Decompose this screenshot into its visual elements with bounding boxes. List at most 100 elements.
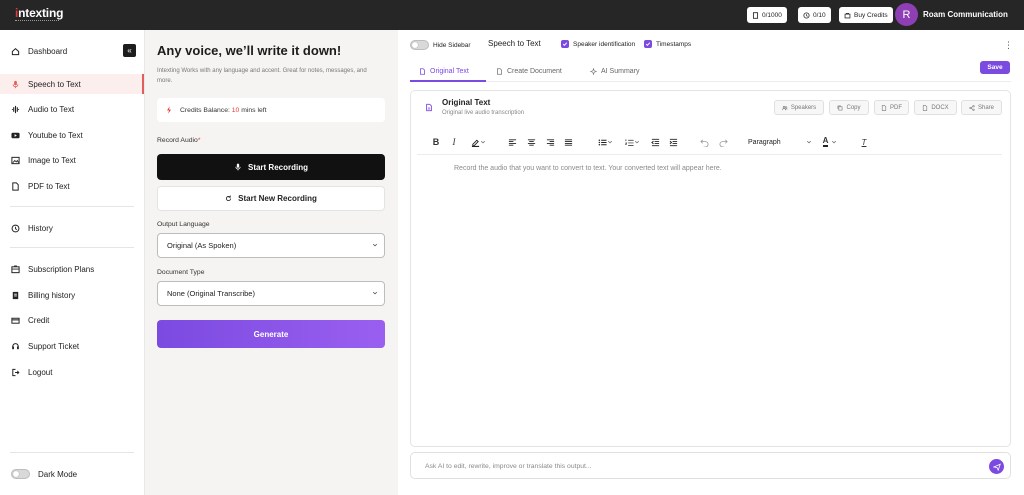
file-icon xyxy=(881,104,887,111)
docx-label: DOCX xyxy=(931,104,949,111)
clear-formatting-button[interactable]: T xyxy=(857,135,871,149)
align-left-button[interactable] xyxy=(505,135,519,149)
timer-counter[interactable]: 0/10 xyxy=(798,7,831,23)
credit-card-icon xyxy=(11,317,20,324)
share-icon xyxy=(969,104,975,111)
sidebar-item-billing-history[interactable]: Billing history xyxy=(0,285,144,305)
buy-credits-label: Buy Credits xyxy=(854,11,888,19)
buy-credits-button[interactable]: Buy Credits xyxy=(839,7,893,23)
undo-button[interactable] xyxy=(697,135,711,149)
sidebar-item-image-to-text[interactable]: Image to Text xyxy=(0,150,144,170)
document-icon xyxy=(420,67,425,75)
align-justify-button[interactable] xyxy=(561,135,575,149)
refresh-icon xyxy=(226,195,232,202)
italic-button[interactable]: I xyxy=(448,135,460,149)
sidebar-item-label: Youtube to Text xyxy=(28,130,83,140)
hide-sidebar-toggle[interactable] xyxy=(410,40,429,50)
align-right-button[interactable] xyxy=(543,135,557,149)
ai-prompt-input[interactable] xyxy=(425,453,965,480)
bullet-list-button[interactable] xyxy=(593,135,617,149)
sidebar-item-subscription-plans[interactable]: Subscription Plans xyxy=(0,259,144,279)
speakers-label: Speakers xyxy=(790,104,817,111)
hide-sidebar-control[interactable]: Hide Sidebar xyxy=(410,40,471,50)
output-language-value: Original (As Spoken) xyxy=(167,241,237,250)
timestamps-checkbox[interactable]: Timestamps xyxy=(644,40,691,48)
sidebar-item-youtube-to-text[interactable]: Youtube to Text xyxy=(0,125,144,145)
tab-original-text[interactable]: Original Text xyxy=(419,64,469,78)
sidebar-item-support-ticket[interactable]: Support Ticket xyxy=(0,336,144,356)
avatar[interactable]: R xyxy=(895,3,918,26)
pdf-button[interactable]: PDF xyxy=(874,100,909,115)
start-new-recording-button[interactable]: Start New Recording xyxy=(157,186,385,211)
sidebar-item-speech-to-text[interactable]: Speech to Text xyxy=(0,74,144,94)
logo-word: ntexting xyxy=(18,6,64,20)
chevron-down-icon xyxy=(372,243,378,247)
panel-description: Intexting Works with any language and ac… xyxy=(157,68,367,84)
credits-balance-value: 10 xyxy=(231,106,240,114)
indent-button[interactable] xyxy=(666,135,680,149)
sidebar-item-label: Subscription Plans xyxy=(28,264,95,274)
send-icon xyxy=(992,462,1001,471)
sidebar-item-label: PDF to Text xyxy=(28,181,70,191)
avatar-initial: R xyxy=(902,8,911,21)
youtube-icon xyxy=(11,132,20,138)
logout-icon xyxy=(12,368,20,376)
tab-ai-summary[interactable]: AI Summary xyxy=(590,64,640,78)
align-center-button[interactable] xyxy=(524,135,538,149)
numbered-list-button[interactable] xyxy=(620,135,644,149)
sidebar-item-credit[interactable]: Credit xyxy=(0,310,144,330)
workspace: Hide Sidebar Speech to Text Speaker iden… xyxy=(398,30,1024,495)
copy-button[interactable]: Copy xyxy=(829,100,869,115)
sidebar-item-dashboard[interactable]: Dashboard xyxy=(0,41,144,61)
share-button[interactable]: Share xyxy=(961,100,1002,115)
sidebar-item-logout[interactable]: Logout xyxy=(0,362,144,382)
mode-title: Speech to Text xyxy=(488,39,541,48)
start-recording-button[interactable]: Start Recording xyxy=(157,154,385,180)
username[interactable]: Roam Communication xyxy=(923,10,1008,19)
support-icon xyxy=(12,342,19,349)
outdent-button[interactable] xyxy=(648,135,662,149)
sidebar-item-audio-to-text[interactable]: Audio to Text xyxy=(0,99,144,119)
active-tab-indicator xyxy=(410,80,486,82)
save-button[interactable]: Save xyxy=(980,61,1010,74)
generate-button[interactable]: Generate xyxy=(157,320,385,348)
editor-content-area[interactable]: Record the audio that you want to conver… xyxy=(454,165,722,172)
bold-button[interactable]: B xyxy=(430,135,442,149)
chevron-down-icon xyxy=(634,140,639,144)
credits-counter[interactable]: 0/1000 xyxy=(747,7,787,23)
block-format-select[interactable]: Paragraph xyxy=(748,135,814,149)
clear-formatting-icon: T xyxy=(861,137,867,147)
tab-label: Create Document xyxy=(507,67,562,75)
sidebar-item-label: Image to Text xyxy=(28,155,76,165)
document-icon xyxy=(426,103,432,112)
waveform-icon xyxy=(11,105,20,113)
document-type-select[interactable]: None (Original Transcribe) xyxy=(157,281,385,306)
dark-mode-toggle[interactable] xyxy=(11,469,30,479)
sidebar-item-pdf-to-text[interactable]: PDF to Text xyxy=(0,176,144,196)
docx-button[interactable]: DOCX xyxy=(914,100,957,115)
tab-label: Original Text xyxy=(430,67,469,75)
logo[interactable]: intexting xyxy=(15,6,64,20)
editor-title: Original Text xyxy=(442,98,491,107)
output-language-select[interactable]: Original (As Spoken) xyxy=(157,233,385,258)
copy-label: Copy xyxy=(846,104,861,111)
highlight-color-button[interactable] xyxy=(466,135,490,149)
sidebar-item-history[interactable]: History xyxy=(0,218,144,238)
mic-icon xyxy=(235,163,241,171)
send-button[interactable] xyxy=(989,459,1004,474)
document-type-label: Document Type xyxy=(157,269,205,276)
speakers-button[interactable]: Speakers xyxy=(774,100,824,115)
redo-button[interactable] xyxy=(716,135,730,149)
home-icon xyxy=(11,47,20,55)
chevron-down-icon xyxy=(806,140,812,144)
sparkle-icon xyxy=(590,67,597,75)
block-format-value: Paragraph xyxy=(748,138,781,146)
speaker-identification-checkbox[interactable]: Speaker identification xyxy=(561,40,635,48)
tab-create-document[interactable]: Create Document xyxy=(496,64,562,78)
undo-icon xyxy=(699,139,708,147)
more-options-icon[interactable]: ⋮ xyxy=(1004,40,1013,51)
sidebar: « Dashboard Speech to Text Audio to Text… xyxy=(0,30,145,495)
text-color-button[interactable]: A xyxy=(818,135,842,149)
align-center-icon xyxy=(527,138,535,146)
sidebar-item-label: Credit xyxy=(28,315,50,325)
